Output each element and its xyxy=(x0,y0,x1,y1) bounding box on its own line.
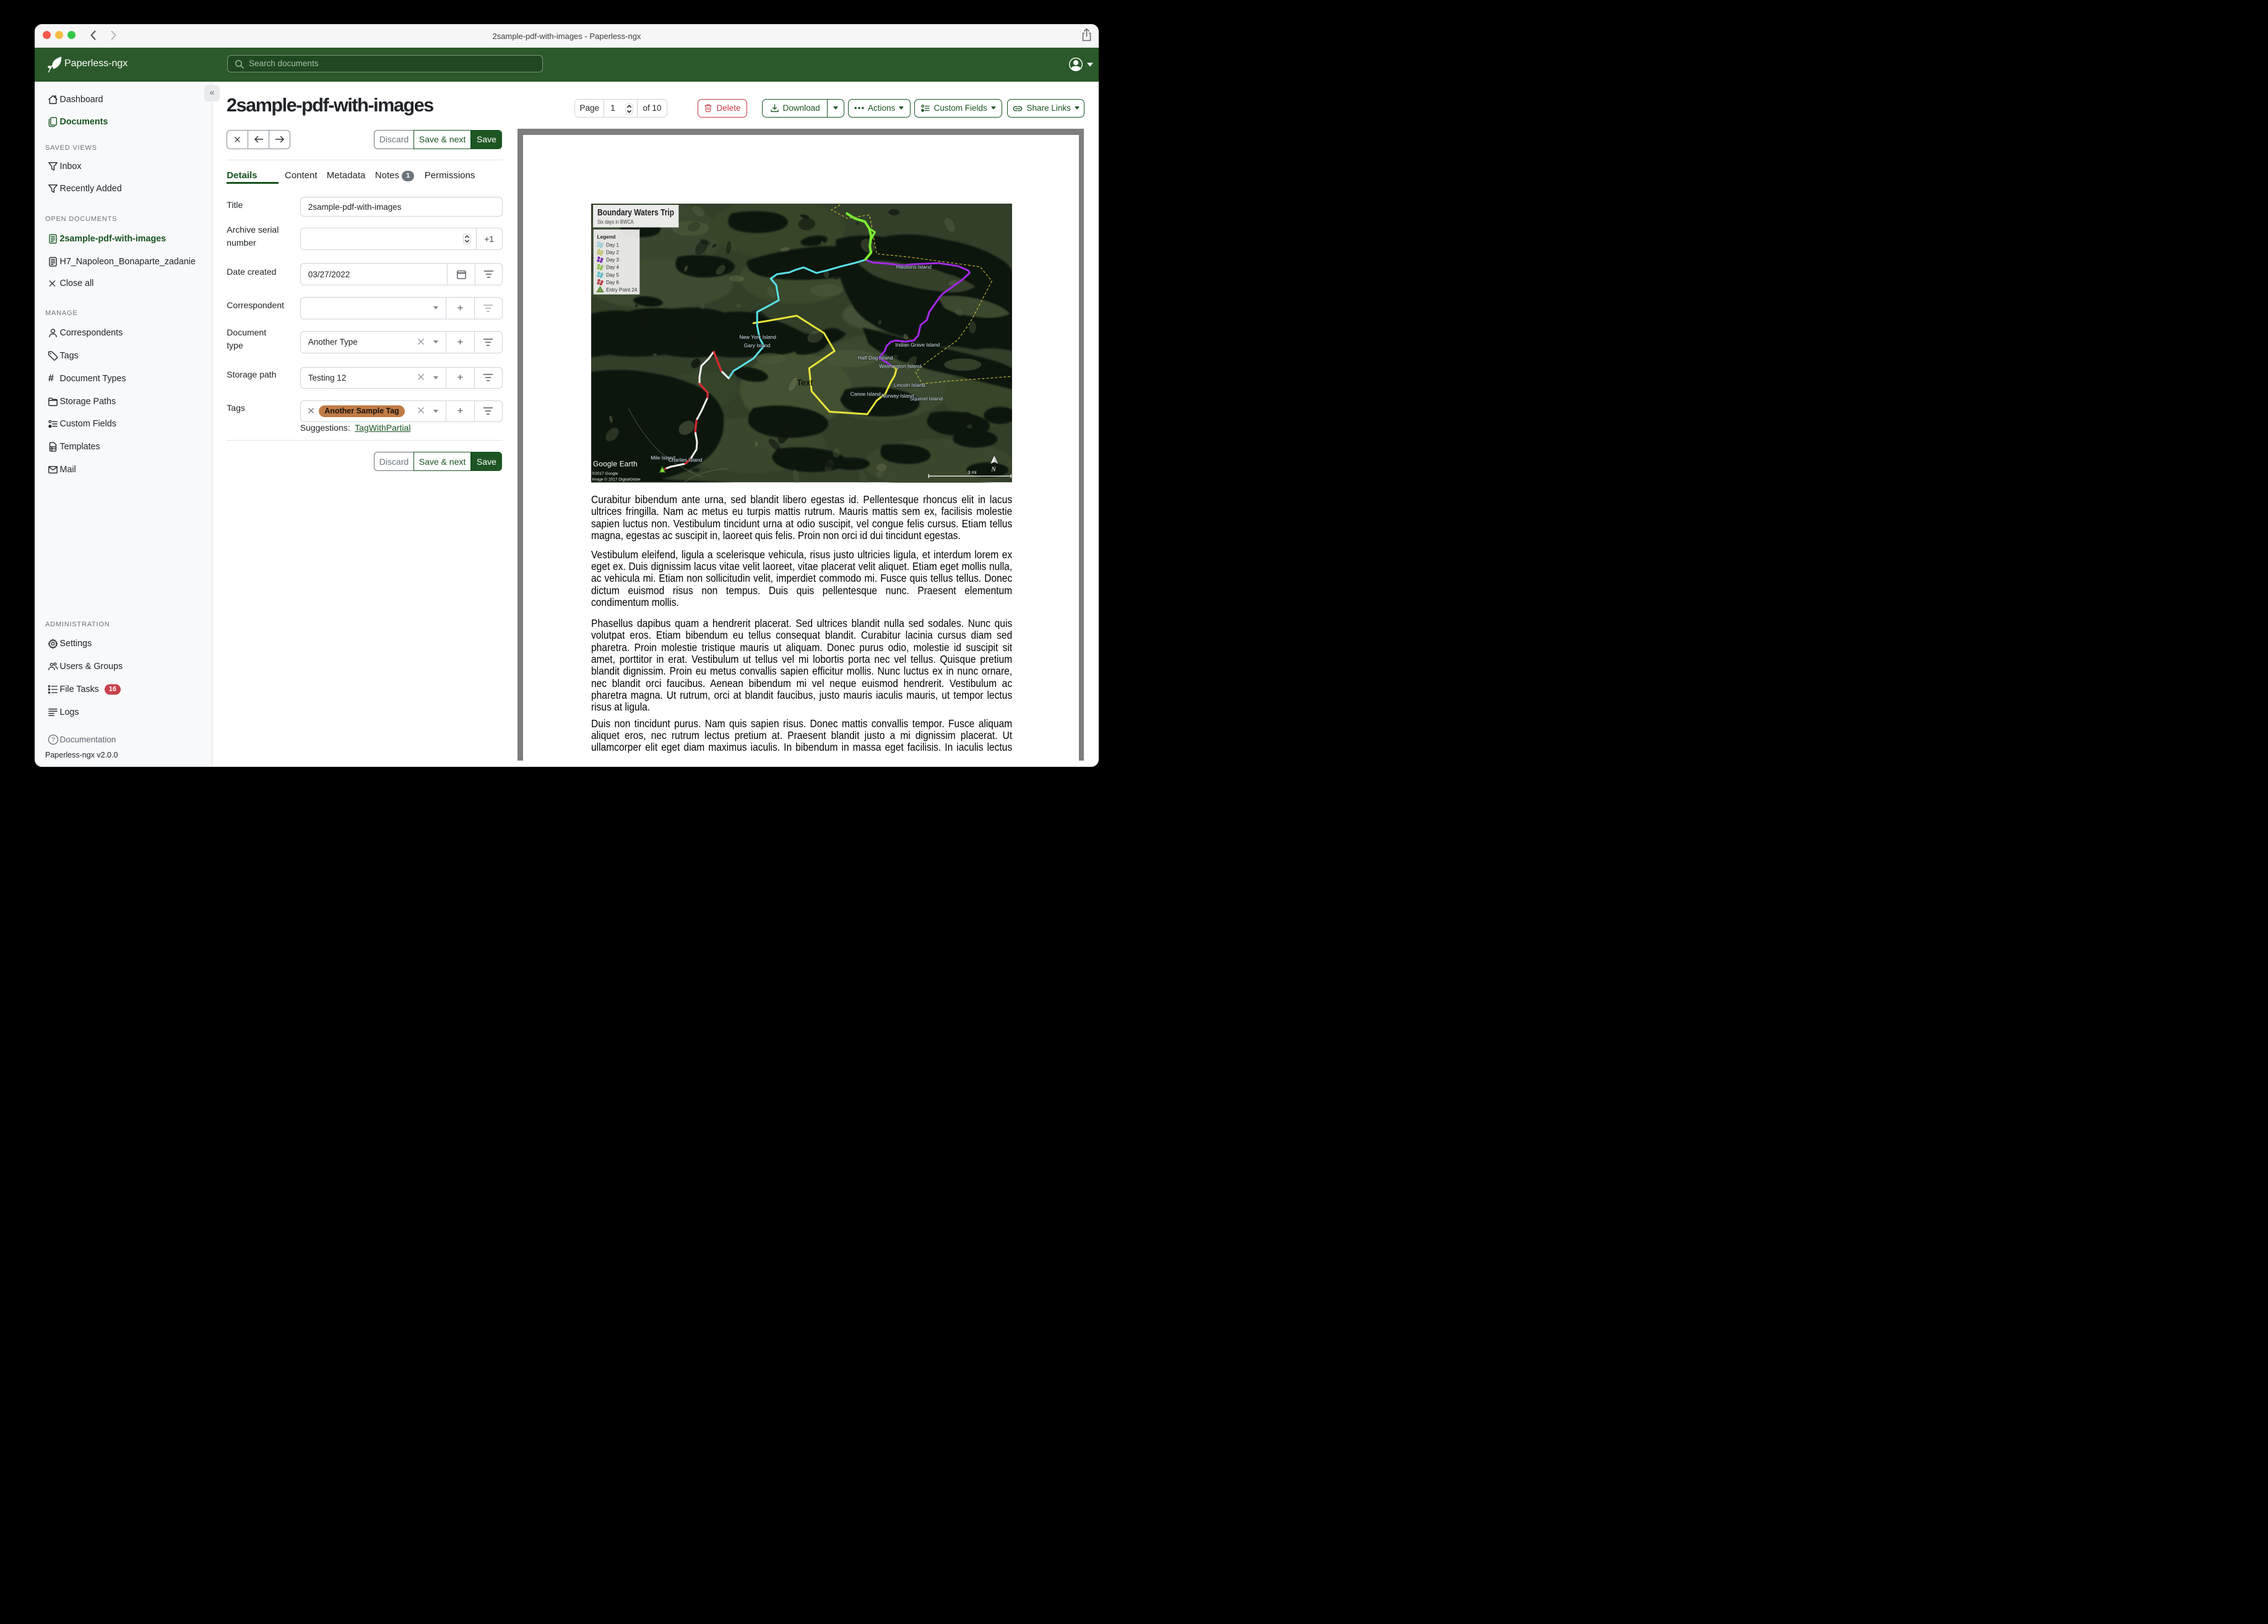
svg-text:Gary Island: Gary Island xyxy=(744,342,771,348)
svg-text:Hausons Island: Hausons Island xyxy=(896,264,932,270)
svg-text:©2017 Google: ©2017 Google xyxy=(592,471,618,476)
svg-text:Day 6: Day 6 xyxy=(606,280,619,285)
svg-text:N: N xyxy=(990,466,996,473)
svg-text:Lincoln Island: Lincoln Island xyxy=(893,382,925,388)
svg-text:Charlies Island: Charlies Island xyxy=(668,457,702,463)
svg-text:Day 5: Day 5 xyxy=(606,272,619,278)
svg-text:Washington Island: Washington Island xyxy=(879,363,921,369)
svg-text:Indian Grave Island: Indian Grave Island xyxy=(895,342,940,348)
svg-text:Half Dog Island: Half Dog Island xyxy=(857,355,893,361)
svg-text:Text: Text xyxy=(797,378,813,387)
svg-text:Squirrel Island: Squirrel Island xyxy=(909,395,942,402)
svg-text:Canoe Island: Canoe Island xyxy=(850,391,880,397)
svg-text:Boundary Waters Trip: Boundary Waters Trip xyxy=(597,207,674,218)
svg-text:Google Earth: Google Earth xyxy=(593,460,638,469)
svg-text:Day 2: Day 2 xyxy=(606,250,619,256)
svg-text:Legend: Legend xyxy=(597,234,615,240)
svg-text:Image © 2017 DigitalGlobe: Image © 2017 DigitalGlobe xyxy=(592,477,641,482)
svg-text:Day 4: Day 4 xyxy=(606,265,619,270)
svg-text:Day 1: Day 1 xyxy=(606,243,619,248)
svg-text:New York Island: New York Island xyxy=(739,334,776,340)
svg-text:?: ? xyxy=(51,736,55,743)
svg-text:3 mi: 3 mi xyxy=(967,470,977,475)
svg-text:Six days in BWCA: Six days in BWCA xyxy=(597,219,634,226)
svg-text:Day 3: Day 3 xyxy=(606,257,619,263)
svg-text:Entry Point 24: Entry Point 24 xyxy=(606,287,638,293)
